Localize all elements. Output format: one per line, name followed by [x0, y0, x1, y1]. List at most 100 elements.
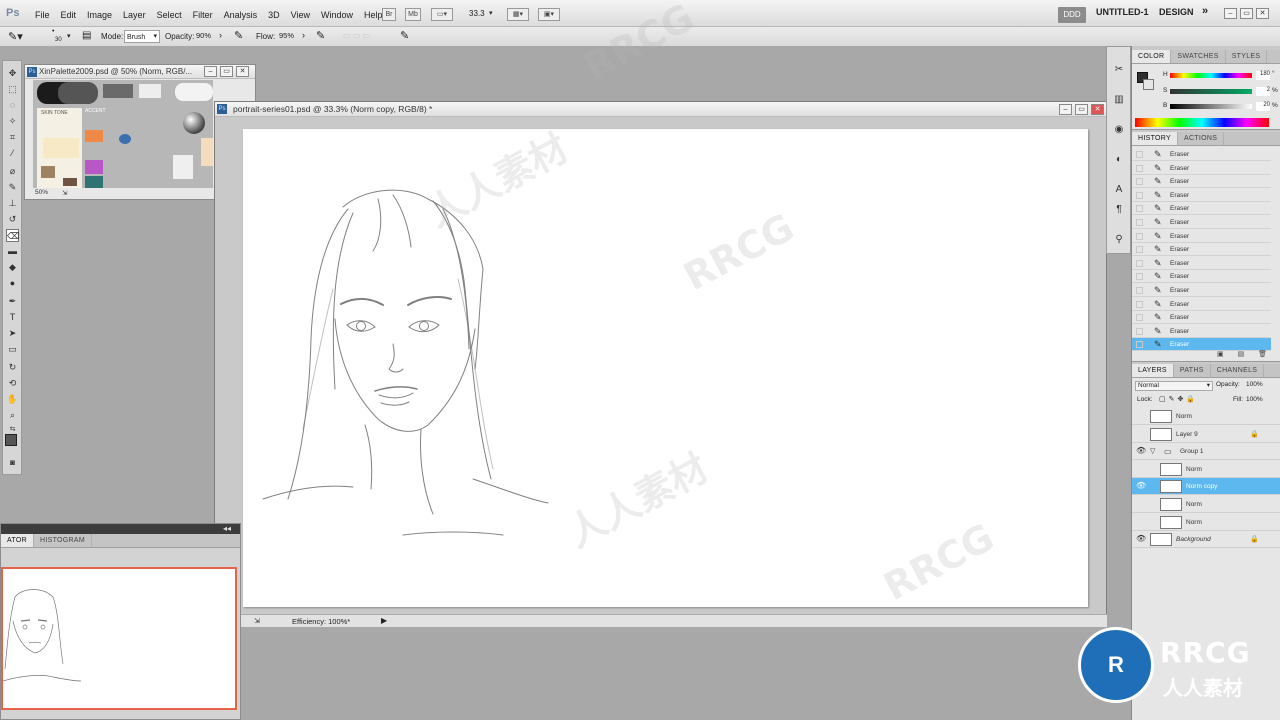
menu-window[interactable]: Window	[316, 10, 359, 20]
history-state-box[interactable]	[1136, 300, 1143, 308]
history-state-box[interactable]	[1136, 151, 1143, 158]
menu-layer[interactable]: Layer	[118, 10, 152, 20]
history-item[interactable]: ✎ Eraser	[1132, 325, 1271, 338]
brush-preset-dropdown-icon[interactable]: ▾	[67, 32, 71, 40]
eyedropper-tool-icon[interactable]: ⁄	[6, 147, 19, 160]
menu-image[interactable]: Image	[82, 10, 118, 20]
pen-tool-icon[interactable]: ✒	[6, 295, 19, 308]
dodge-tool-icon[interactable]: ●	[6, 277, 19, 290]
history-state-box[interactable]	[1136, 341, 1143, 349]
restore-icon[interactable]: ▭	[220, 66, 233, 77]
launch-minibridge-icon[interactable]: Mb	[405, 8, 421, 21]
lasso-tool-icon[interactable]: ◌	[6, 99, 19, 112]
brush-tool-icon[interactable]: ✎	[6, 181, 19, 194]
tab-history[interactable]: HISTORY	[1132, 132, 1178, 145]
tab-channels[interactable]: CHANNELS	[1211, 364, 1265, 377]
lock-icons[interactable]: ▢✎✥🔒	[1159, 395, 1198, 403]
clone-source-icon[interactable]: ⚲	[1112, 233, 1126, 247]
history-state-box[interactable]	[1136, 191, 1143, 199]
history-item[interactable]: ✎ Eraser	[1132, 270, 1271, 284]
character-icon[interactable]: A	[1112, 183, 1126, 197]
tablet-size-icon[interactable]: ✎	[400, 29, 409, 42]
brush-size[interactable]: 30	[55, 37, 62, 43]
history-item[interactable]: ✎ Eraser	[1132, 243, 1271, 257]
navigator-icon[interactable]: ◉	[1112, 123, 1126, 137]
layer-row[interactable]: Layer 9 🔒	[1132, 426, 1280, 443]
menu-select[interactable]: Select	[152, 10, 188, 20]
brush-preset-icon[interactable]: •	[52, 28, 54, 35]
eye-icon[interactable]: 👁	[1136, 535, 1146, 543]
tab-styles[interactable]: STYLES	[1226, 50, 1268, 63]
workspace-untitled[interactable]: UNTITLED-1	[1096, 7, 1149, 22]
history-state-box[interactable]	[1136, 273, 1143, 281]
history-state-box[interactable]	[1136, 287, 1143, 294]
history-item[interactable]: ✎ Eraser	[1132, 175, 1271, 189]
layer-row[interactable]: 👁 Norm copy	[1132, 478, 1280, 496]
menu-analysis[interactable]: Analysis	[219, 10, 264, 20]
layer-row[interactable]: 👁 Background 🔒	[1132, 531, 1280, 549]
navigator-preview[interactable]	[1, 567, 237, 710]
history-item[interactable]: ✎ Eraser	[1132, 298, 1271, 311]
airbrush-icon[interactable]: ✎	[316, 29, 325, 42]
minimize-icon[interactable]: –	[1224, 8, 1237, 19]
minimize-icon[interactable]: –	[204, 66, 217, 77]
history-item[interactable]: ✎ Eraser	[1132, 189, 1271, 202]
3d-orbit-tool-icon[interactable]: ⟲	[6, 377, 19, 390]
layer-opacity-value[interactable]: 100%	[1246, 381, 1263, 388]
color-s-value[interactable]: 2	[1256, 87, 1270, 96]
layer-row[interactable]: Norm	[1132, 514, 1280, 531]
menu-3d[interactable]: 3D	[263, 10, 286, 20]
history-item[interactable]: ✎ Eraser	[1132, 216, 1271, 229]
tab-navigator[interactable]: ATOR	[1, 534, 34, 547]
trash-icon[interactable]: 🗑	[1258, 351, 1267, 358]
blur-tool-icon[interactable]: ◆	[6, 261, 19, 274]
history-state-box[interactable]	[1136, 219, 1143, 226]
workspace-badge[interactable]: DDD	[1058, 7, 1086, 23]
history-item[interactable]: ✎ Eraser	[1132, 230, 1271, 243]
tablet-opacity-icon[interactable]: ✎	[234, 29, 243, 42]
tab-color[interactable]: COLOR	[1132, 50, 1172, 63]
history-item[interactable]: ✎ Eraser	[1132, 202, 1271, 216]
history-state-box[interactable]	[1136, 164, 1143, 172]
history-state-box[interactable]	[1136, 259, 1143, 267]
layer-row[interactable]: Norm	[1132, 496, 1280, 513]
history-state-box[interactable]	[1136, 246, 1143, 254]
fill-value[interactable]: 100%	[1246, 396, 1263, 403]
close-icon[interactable]: ✕	[236, 66, 249, 77]
layer-row[interactable]: Norm	[1132, 408, 1280, 425]
status-arrow-icon[interactable]: ⇲	[62, 189, 67, 197]
restore-icon[interactable]: ▭	[1075, 104, 1088, 115]
tab-swatches[interactable]: SWATCHES	[1171, 50, 1226, 63]
color-b-value[interactable]: 20	[1256, 102, 1270, 111]
restore-icon[interactable]: ▭	[1240, 8, 1253, 19]
menu-filter[interactable]: Filter	[188, 10, 219, 20]
opacity-input[interactable]: 90%	[194, 30, 216, 43]
arrange-documents-icon[interactable]: ▦▾	[507, 8, 529, 21]
status-menu-arrow-icon[interactable]: ▶	[381, 616, 387, 625]
paragraph-icon[interactable]: ¶	[1112, 203, 1126, 217]
history-state-box[interactable]	[1136, 314, 1143, 322]
mode-select[interactable]: Brush ▾	[124, 30, 160, 43]
layer-row[interactable]: Norm	[1132, 461, 1280, 478]
path-select-tool-icon[interactable]: ➤	[6, 327, 19, 340]
main-document-window[interactable]: Ps portrait-series01.psd @ 33.3% (Norm c…	[214, 101, 1107, 627]
tools-preset-icon[interactable]: ✂	[1112, 63, 1126, 77]
brush-panel-icon[interactable]: ▤	[82, 30, 91, 41]
history-item[interactable]: ✎ Eraser	[1132, 162, 1271, 175]
menu-edit[interactable]: Edit	[56, 10, 83, 20]
history-state-box[interactable]	[1136, 178, 1143, 186]
tab-paths[interactable]: PATHS	[1174, 364, 1211, 377]
blend-mode-select[interactable]: Normal ▾	[1135, 381, 1213, 391]
close-icon[interactable]: ✕	[1091, 104, 1104, 115]
drawing-canvas[interactable]	[243, 129, 1088, 607]
tab-actions[interactable]: ACTIONS	[1178, 132, 1225, 145]
healing-brush-tool-icon[interactable]: ⌀	[6, 165, 19, 178]
color-ramp[interactable]	[1135, 118, 1269, 127]
opacity-slider-icon[interactable]: ›	[219, 30, 222, 40]
screen-mode-icon[interactable]: ▣▾	[538, 8, 560, 21]
status-nav-icon[interactable]: ⇲	[254, 617, 260, 625]
layer-group[interactable]: 👁 ▽ ▭ Group 1	[1132, 443, 1280, 461]
gradient-tool-icon[interactable]: ▬	[6, 245, 19, 258]
history-item[interactable]: ✎ Eraser	[1132, 257, 1271, 270]
color-h-value[interactable]: 180	[1256, 71, 1270, 80]
